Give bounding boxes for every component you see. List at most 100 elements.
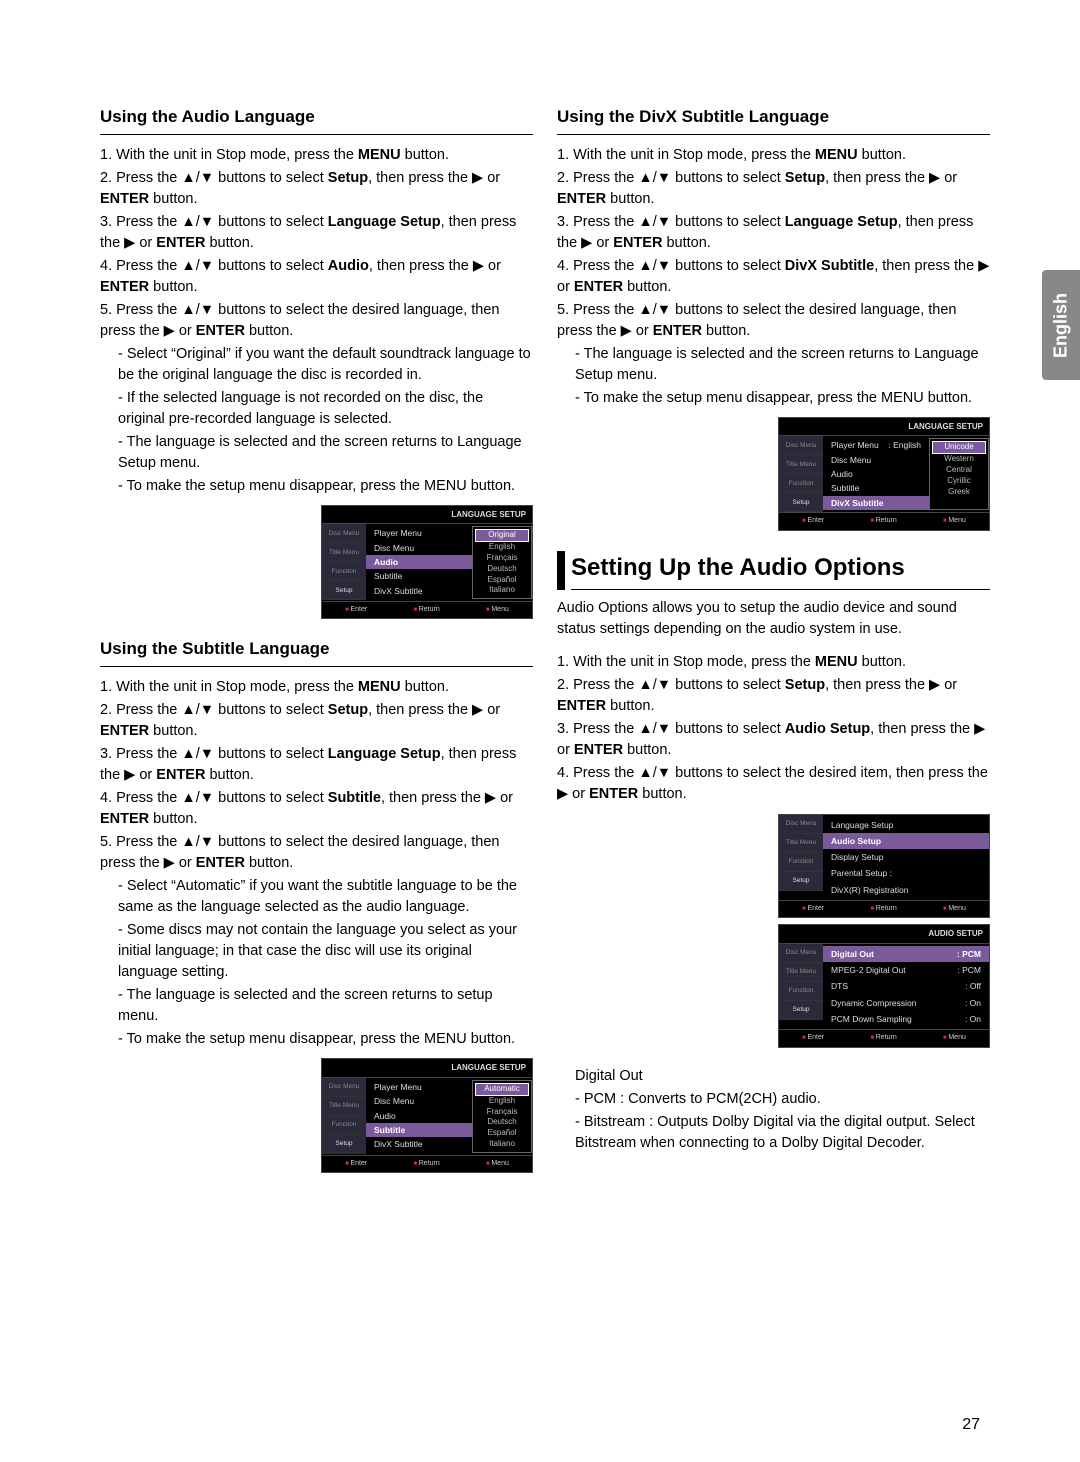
osd-menu-item: Player Menu [366,526,472,540]
text-line: - To make the setup menu disappear, pres… [118,476,533,497]
osd-menu-item: Audio [366,555,472,569]
osd-footer: EnterReturnMenu [322,601,532,618]
osd-option: Français [473,1107,531,1118]
text-line: 5. Press the ▲/▼ buttons to select the d… [557,300,990,342]
text-line: 1. With the unit in Stop mode, press the… [557,652,990,673]
osd-menu-item: Audio [823,467,929,481]
text-line: 4. Press the ▲/▼ buttons to select DivX … [557,256,990,298]
osd-footer-item: Return [413,605,439,615]
osd-option: English [473,542,531,553]
osd-option: Italiano [473,585,531,596]
osd-footer-item: Enter [802,516,824,526]
osd-options: OriginalEnglishFrançaisDeutschEspañolIta… [472,526,532,599]
osd-option: Français [473,553,531,564]
osd-tab: Title Menu [779,455,823,474]
osd-footer-item: Menu [943,1033,966,1043]
text-line: 3. Press the ▲/▼ buttons to select Audio… [557,719,990,761]
osd-main: Digital Out: PCMMPEG-2 Digital Out: PCMD… [823,944,989,1030]
osd-footer: EnterReturnMenu [779,1029,989,1046]
steps-subtitle-language: 1. With the unit in Stop mode, press the… [100,677,533,874]
text-line: - To make the setup menu disappear, pres… [575,388,990,409]
osd-tabs: Disc MenuTitle MenuFunctionSetup [779,944,823,1030]
osd-footer: EnterReturnMenu [322,1155,532,1172]
text-line: 3. Press the ▲/▼ buttons to select Langu… [557,212,990,254]
osd-footer: EnterReturnMenu [779,512,989,529]
text-line: - The language is selected and the scree… [118,432,533,474]
osd-menu-item: DivX Subtitle [366,1137,472,1151]
subs-audio-language: - Select “Original” if you want the defa… [100,344,533,497]
osd-tab: Title Menu [322,1097,366,1116]
osd-tab: Disc Menu [322,1078,366,1097]
osd-footer: EnterReturnMenu [779,900,989,917]
osd-menu-item: Disc Menu [823,453,929,467]
osd-footer-item: Menu [486,1159,509,1169]
osd-menu-item: DTS: Off [823,978,989,994]
osd-subtitle-language: LANGUAGE SETUP Disc MenuTitle MenuFuncti… [321,1058,533,1173]
text-line: 1. With the unit in Stop mode, press the… [100,145,533,166]
osd-footer-item: Return [870,516,896,526]
text-line: - The language is selected and the scree… [118,985,533,1027]
osd-options: UnicodeWesternCentralCyrillicGreek [929,438,989,510]
text-line: 4. Press the ▲/▼ buttons to select Audio… [100,256,533,298]
osd-tabs: Disc MenuTitle MenuFunctionSetup [779,815,823,901]
osd-option: Español [473,575,531,586]
osd-option: Central [930,465,988,476]
osd-divx-subtitle: LANGUAGE SETUP Disc MenuTitle MenuFuncti… [778,417,990,531]
steps-audio-language: 1. With the unit in Stop mode, press the… [100,145,533,342]
osd-main: Language SetupAudio SetupDisplay SetupPa… [823,815,989,901]
osd-tab: Setup [322,1135,366,1154]
steps-audio-options: 1. With the unit in Stop mode, press the… [557,652,990,805]
osd-tabs: Disc MenuTitle MenuFunctionSetup [779,436,823,512]
osd-menu-item: Digital Out: PCM [823,946,989,962]
osd-menu-item: DivX Subtitle [366,584,472,598]
osd-menu-item: Audio [366,1109,472,1123]
osd-tab: Function [322,562,366,581]
text-line: 1. With the unit in Stop mode, press the… [100,677,533,698]
osd-menu-item: Parental Setup : [823,865,989,881]
osd-menu-item: Dynamic Compression: On [823,995,989,1011]
osd-option: Automatic [475,1083,529,1096]
digital-out-desc: - PCM : Converts to PCM(2CH) audio.- Bit… [557,1089,990,1154]
digital-out-label: Digital Out [575,1066,990,1087]
osd-tab: Function [779,474,823,493]
osd-tab: Title Menu [779,834,823,853]
text-line: 5. Press the ▲/▼ buttons to select the d… [100,832,533,874]
osd-option: Cyrillic [930,476,988,487]
osd-option: Español [473,1128,531,1139]
heading-divx-subtitle: Using the DivX Subtitle Language [557,105,990,135]
osd-tabs: Disc MenuTitle MenuFunctionSetup [322,524,366,601]
osd-menu-item: Language Setup [823,817,989,833]
osd-options: AutomaticEnglishFrançaisDeutschEspañolIt… [472,1080,532,1153]
osd-menu-item: PCM Down Sampling: On [823,1011,989,1027]
page-number: 27 [962,1416,980,1434]
osd-tab: Title Menu [779,963,823,982]
osd-tab: Setup [779,493,823,512]
osd-menu-item: Player Menu [366,1080,472,1094]
osd-main: Player MenuDisc MenuAudioSubtitleDivX Su… [366,524,532,601]
osd-footer-item: Menu [943,904,966,914]
subs-divx-subtitle: - The language is selected and the scree… [557,344,990,409]
osd-footer-item: Enter [345,605,367,615]
osd-option: Deutsch [473,1117,531,1128]
osd-tab: Title Menu [322,543,366,562]
osd-tab: Disc Menu [779,944,823,963]
text-line: 2. Press the ▲/▼ buttons to select Setup… [557,675,990,717]
osd-tab: Setup [779,1001,823,1020]
text-line: 4. Press the ▲/▼ buttons to select Subti… [100,788,533,830]
left-column: Using the Audio Language 1. With the uni… [100,105,533,1191]
heading-audio-options: Setting Up the Audio Options [571,551,990,591]
osd-tab: Disc Menu [779,436,823,455]
osd-menu-item: Subtitle [366,1123,472,1137]
heading-subtitle-language: Using the Subtitle Language [100,637,533,667]
text-line: 4. Press the ▲/▼ buttons to select the d… [557,763,990,805]
osd-footer-item: Return [870,1033,896,1043]
osd-menu-item: MPEG-2 Digital Out: PCM [823,962,989,978]
text-line: 5. Press the ▲/▼ buttons to select the d… [100,300,533,342]
osd-audio-language: LANGUAGE SETUP Disc MenuTitle MenuFuncti… [321,505,533,620]
osd-footer-item: Return [870,904,896,914]
osd-menu-item: Disc Menu [366,1094,472,1108]
osd-menu-item: Audio Setup [823,833,989,849]
osd-title: AUDIO SETUP [779,925,989,944]
text-line: 3. Press the ▲/▼ buttons to select Langu… [100,212,533,254]
osd-title: LANGUAGE SETUP [322,1059,532,1078]
